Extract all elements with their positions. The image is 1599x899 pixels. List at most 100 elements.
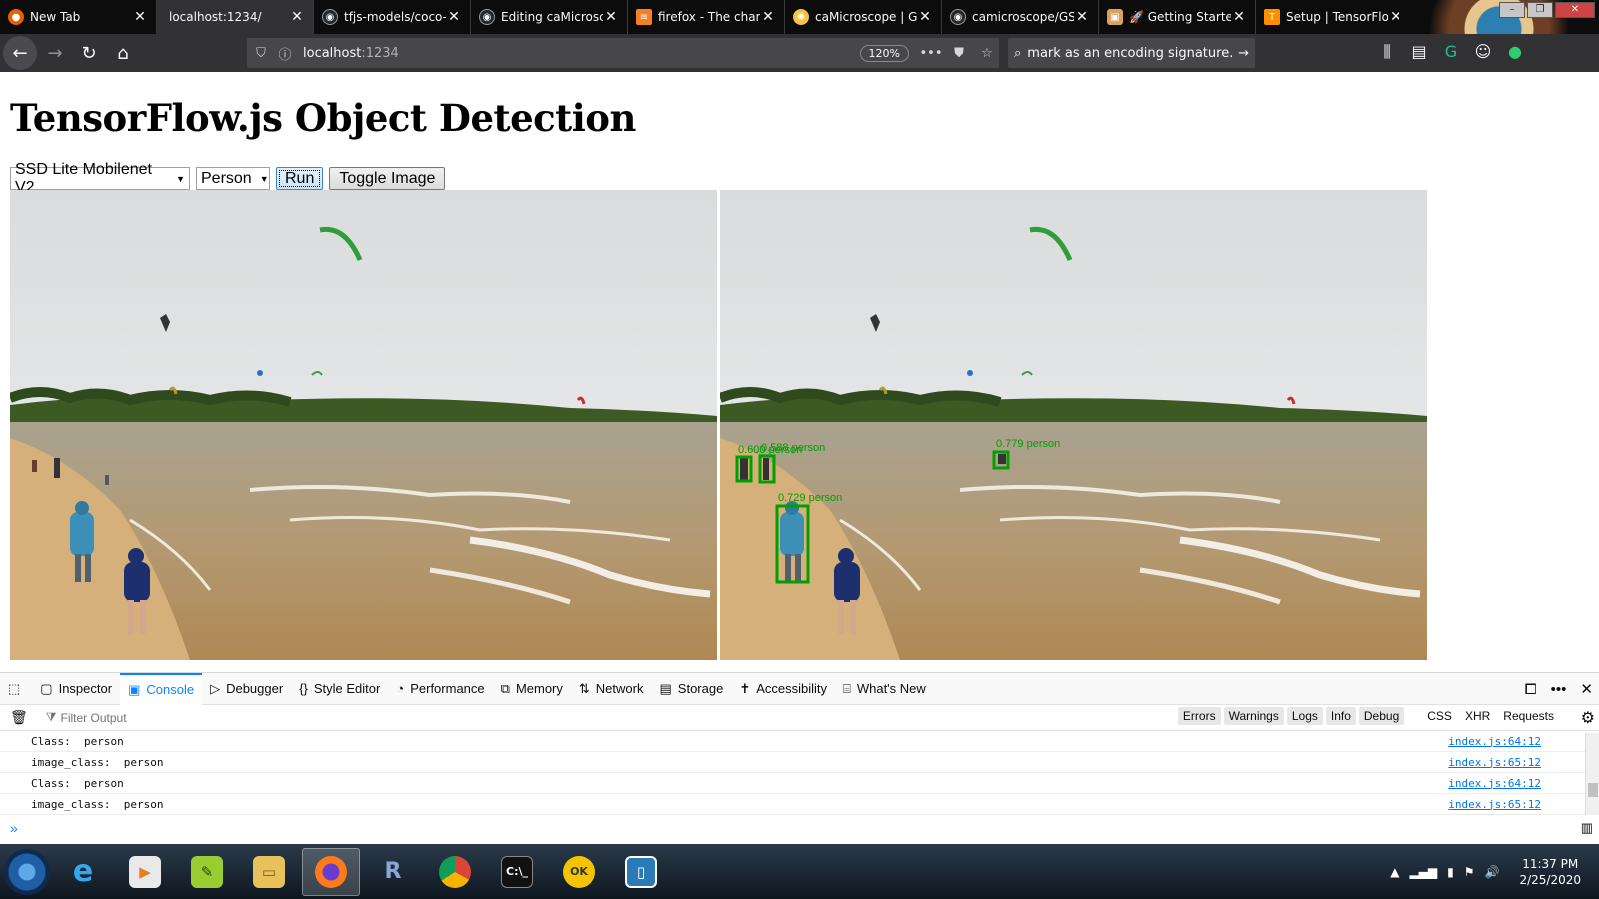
toggle-image-button[interactable]: Toggle Image: [329, 167, 446, 190]
clock-time: 11:37 PM: [1522, 856, 1579, 871]
volume-icon[interactable]: 🔊: [1485, 865, 1500, 879]
model-select[interactable]: SSD Lite Mobilenet V2 ▼: [10, 161, 190, 196]
close-icon[interactable]: ✕: [446, 9, 462, 25]
tab-new-tab[interactable]: ● New Tab ✕: [0, 0, 157, 34]
filter-info[interactable]: Info: [1325, 707, 1356, 725]
tab-firefox-char[interactable]: ≡ firefox - The chara ✕: [628, 0, 785, 34]
close-icon[interactable]: ✕: [1231, 9, 1247, 25]
filter-logs[interactable]: Logs: [1286, 707, 1323, 725]
tab-accessibility[interactable]: ✝ Accessibility: [731, 673, 835, 705]
close-icon[interactable]: ✕: [760, 9, 776, 25]
tab-performance[interactable]: ◔ Performance: [388, 673, 492, 705]
dropdown-arrow-icon: ▼: [259, 173, 269, 184]
url-text[interactable]: localhost:1234: [303, 46, 860, 61]
taskbar-internet-explorer[interactable]: e: [54, 848, 112, 896]
tab-console[interactable]: ▣ Console: [120, 672, 203, 705]
clock[interactable]: 11:37 PM 2/25/2020: [1519, 856, 1581, 888]
class-select[interactable]: Person ▼: [196, 167, 270, 190]
search-go-icon[interactable]: →: [1238, 46, 1249, 61]
maximize-button[interactable]: ❐: [1527, 2, 1553, 18]
split-console-icon[interactable]: ▥: [1581, 820, 1593, 836]
show-hidden-icon[interactable]: ▲: [1390, 865, 1399, 879]
close-icon[interactable]: ✕: [1580, 680, 1593, 698]
grammarly-icon[interactable]: G: [1439, 40, 1463, 64]
bookmark-star-icon[interactable]: ☆: [975, 46, 999, 61]
tab-inspector[interactable]: ▢ Inspector: [32, 673, 120, 705]
tab-network[interactable]: ⇅ Network: [571, 673, 652, 705]
info-icon[interactable]: ⓘ: [273, 44, 297, 63]
reload-button[interactable]: ↻: [73, 37, 105, 69]
tab-getting-started[interactable]: ▣ 🚀 Getting Started ✕: [1099, 0, 1256, 34]
tab-storage[interactable]: ▤ Storage: [651, 673, 731, 705]
gear-icon[interactable]: ⚙: [1581, 708, 1595, 728]
element-picker-icon: ⬚: [8, 680, 21, 696]
filter-errors[interactable]: Errors: [1177, 707, 1221, 725]
debugger-icon: ▷: [210, 680, 221, 696]
filter-css[interactable]: CSS: [1422, 707, 1457, 725]
tab-whats-new[interactable]: ⌸ What's New: [835, 673, 934, 705]
close-icon[interactable]: ✕: [1074, 9, 1090, 25]
tab-memory[interactable]: ⧉ Memory: [493, 673, 571, 705]
tab-camicroscope-gsoc[interactable]: ✺ caMicroscope | Go ✕: [785, 0, 942, 34]
element-picker-button[interactable]: ⬚: [0, 673, 32, 705]
back-button[interactable]: ←: [3, 36, 37, 70]
source-link[interactable]: index.js:64:12: [1448, 735, 1541, 748]
taskbar-r[interactable]: R: [364, 848, 422, 896]
tab-setup-tensorflow[interactable]: T Setup | TensorFlo ✕: [1256, 0, 1413, 34]
forward-button[interactable]: →: [39, 37, 71, 69]
search-bar[interactable]: ⌕ mark as an encoding signature. →: [1008, 38, 1255, 68]
more-actions-icon[interactable]: •••: [919, 46, 943, 61]
filter-debug[interactable]: Debug: [1358, 707, 1405, 725]
minimize-button[interactable]: –: [1499, 2, 1525, 18]
tab-tfjs-models[interactable]: ◉ tfjs-models/coco- ✕: [314, 0, 471, 34]
taskbar-terminal[interactable]: C:\_: [488, 848, 546, 896]
close-icon[interactable]: ✕: [603, 9, 619, 25]
taskbar-editor[interactable]: ▯: [612, 848, 670, 896]
url-bar[interactable]: ⛉ ⓘ localhost:1234 120% ••• ⛊ ☆: [247, 38, 999, 68]
filter-warnings[interactable]: Warnings: [1223, 707, 1284, 725]
library-icon[interactable]: ⫼: [1375, 40, 1399, 64]
tab-style-editor[interactable]: {} Style Editor: [291, 673, 388, 705]
source-link[interactable]: index.js:65:12: [1448, 756, 1541, 769]
window-close-button[interactable]: ✕: [1555, 2, 1595, 18]
filter-xhr[interactable]: XHR: [1460, 707, 1495, 725]
taskbar-file-explorer[interactable]: ▭: [240, 848, 298, 896]
shield-icon[interactable]: ⛉: [249, 46, 273, 61]
media-player-icon: ▶: [129, 855, 161, 888]
battery-icon[interactable]: ▮: [1447, 865, 1454, 879]
filter-requests[interactable]: Requests: [1498, 707, 1559, 725]
taskbar-chrome[interactable]: [426, 848, 484, 896]
flag-icon[interactable]: ⚑: [1464, 865, 1475, 879]
tab-localhost[interactable]: localhost:1234/ ✕: [157, 0, 314, 34]
taskbar-ok[interactable]: OK: [550, 848, 608, 896]
console-input[interactable]: » ▥: [0, 815, 1599, 840]
console-scrollbar[interactable]: [1585, 733, 1599, 815]
reader-view-icon[interactable]: ▤: [1407, 40, 1431, 64]
performance-icon: ◔: [396, 681, 405, 696]
source-link[interactable]: index.js:64:12: [1448, 777, 1541, 790]
dock-icon[interactable]: ⧠: [1525, 681, 1537, 698]
close-icon[interactable]: ✕: [132, 9, 148, 25]
taskbar-notepad-plus[interactable]: ✎: [178, 848, 236, 896]
trash-icon[interactable]: 🗑: [10, 709, 28, 726]
taskbar-media-player[interactable]: ▶: [116, 848, 174, 896]
pocket-icon[interactable]: ⛊: [947, 46, 971, 61]
close-icon[interactable]: ✕: [917, 9, 933, 25]
more-options-icon[interactable]: •••: [1551, 681, 1567, 698]
account-icon[interactable]: ☺: [1471, 40, 1495, 64]
home-button[interactable]: ⌂: [107, 37, 139, 69]
tab-camicroscope-gsoc-repo[interactable]: ◉ camicroscope/GSC ✕: [942, 0, 1099, 34]
tab-debugger[interactable]: ▷ Debugger: [202, 673, 291, 705]
zoom-indicator[interactable]: 120%: [859, 44, 909, 62]
signal-icon[interactable]: ▂▄▆: [1409, 865, 1437, 879]
taskbar-firefox[interactable]: [302, 847, 360, 896]
start-button[interactable]: [4, 848, 50, 895]
scrollbar-thumb[interactable]: [1588, 783, 1598, 797]
source-link[interactable]: index.js:65:12: [1448, 798, 1541, 811]
run-button[interactable]: Run: [276, 167, 324, 190]
extension-icon[interactable]: ●: [1503, 40, 1527, 64]
filter-input[interactable]: Filter Output: [61, 711, 127, 725]
close-icon[interactable]: ✕: [289, 9, 305, 25]
search-input[interactable]: mark as an encoding signature.: [1027, 46, 1238, 61]
tab-editing-camicroscope[interactable]: ◉ Editing caMicrosc ✕: [471, 0, 628, 34]
